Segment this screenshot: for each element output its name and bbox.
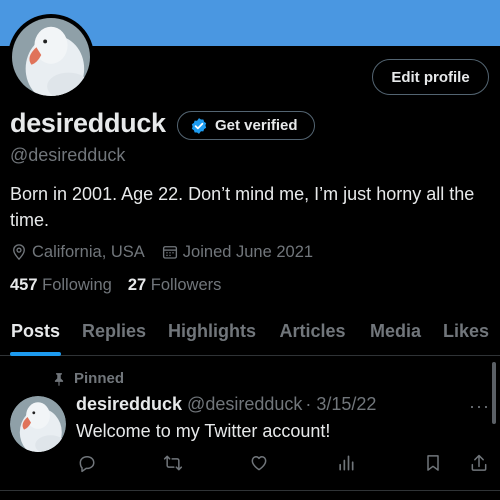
- following-label: Following: [42, 276, 112, 294]
- edit-profile-button[interactable]: Edit profile: [372, 59, 489, 95]
- tweet-author-handle[interactable]: @desiredduck: [187, 394, 302, 415]
- goose-avatar-image: [12, 18, 90, 96]
- tweet-actions: [76, 452, 492, 474]
- tab-highlights[interactable]: Highlights: [167, 306, 257, 356]
- location-item: California, USA: [10, 243, 145, 262]
- profile-display-name: desiredduck: [10, 108, 166, 138]
- profile-bio: Born in 2001. Age 22. Don’t mind me, I’m…: [10, 184, 475, 230]
- followers-count: 27: [127, 276, 147, 294]
- tab-replies[interactable]: Replies: [82, 306, 146, 356]
- profile-meta: California, USA Joined June 2021: [10, 241, 329, 263]
- profile-avatar[interactable]: [8, 14, 94, 100]
- bookmark-icon[interactable]: [422, 452, 444, 474]
- more-options-icon[interactable]: ···: [469, 396, 490, 417]
- calendar-icon: [162, 246, 177, 259]
- tab-media[interactable]: Media: [368, 306, 423, 356]
- tweet-text: Welcome to my Twitter account!: [76, 421, 331, 441]
- goose-avatar-image: [10, 396, 66, 452]
- pinned-indicator: Pinned: [52, 370, 124, 387]
- followers-label: Followers: [150, 276, 222, 294]
- tweet-author-name[interactable]: desiredduck: [76, 394, 182, 415]
- joined-item: Joined June 2021: [161, 243, 313, 262]
- profile-tabs: Posts Replies Highlights Articles Media …: [0, 306, 500, 356]
- tweet-header: desiredduck @desiredduck · 3/15/22: [76, 394, 376, 415]
- reply-icon[interactable]: [76, 452, 98, 474]
- following-count: 457: [10, 276, 38, 294]
- joined-text: Joined June 2021: [182, 242, 314, 261]
- verified-badge-icon: [191, 117, 207, 134]
- get-verified-label: Get verified: [215, 117, 298, 134]
- tab-likes[interactable]: Likes: [443, 306, 489, 356]
- tab-posts[interactable]: Posts: [10, 306, 61, 356]
- following-link[interactable]: 457 Following: [10, 276, 112, 295]
- retweet-icon[interactable]: [162, 452, 184, 474]
- followers-link[interactable]: 27 Followers: [128, 276, 222, 295]
- views-icon[interactable]: [335, 452, 357, 474]
- pinned-label: Pinned: [74, 370, 125, 387]
- tweet-avatar[interactable]: [10, 396, 66, 452]
- tab-articles[interactable]: Articles: [278, 306, 347, 356]
- profile-handle: @desiredduck: [10, 145, 126, 165]
- location-pin-icon: [13, 244, 25, 261]
- pin-icon: [54, 372, 64, 386]
- location-text: California, USA: [32, 242, 145, 261]
- tweet-date[interactable]: · 3/15/22: [305, 394, 376, 415]
- share-icon[interactable]: [468, 452, 490, 474]
- divider: [0, 490, 500, 491]
- follow-stats: 457 Following 27 Followers: [10, 276, 237, 295]
- feed-scrollbar[interactable]: [492, 362, 496, 424]
- like-icon[interactable]: [248, 452, 270, 474]
- get-verified-button[interactable]: Get verified: [177, 111, 315, 140]
